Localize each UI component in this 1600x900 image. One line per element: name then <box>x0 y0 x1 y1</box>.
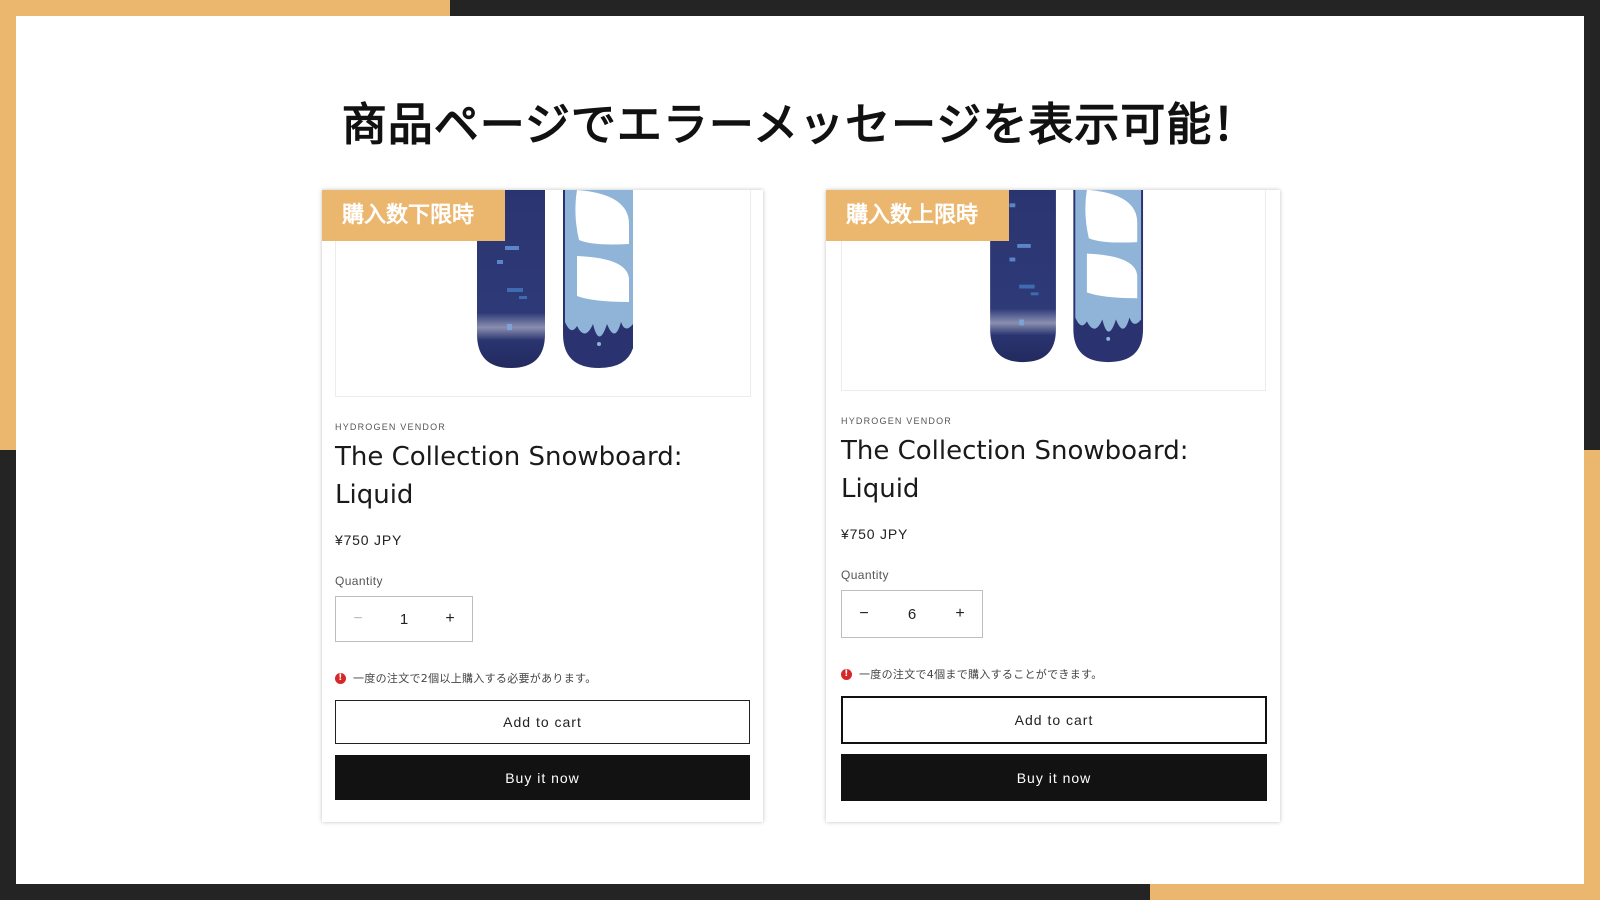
quantity-decrement-button[interactable]: − <box>336 597 380 641</box>
vendor-label: HYDROGEN VENDOR <box>335 422 447 432</box>
quantity-label: Quantity <box>335 574 383 588</box>
quantity-label: Quantity <box>841 568 889 582</box>
quantity-increment-button[interactable]: + <box>938 591 982 637</box>
quantity-stepper[interactable]: − 6 + <box>841 590 983 638</box>
buy-it-now-button[interactable]: Buy it now <box>841 754 1267 801</box>
price: ¥750 JPY <box>841 526 909 542</box>
add-to-cart-button[interactable]: Add to cart <box>841 696 1267 744</box>
error-message: ! 一度の注文で2個以上購入する必要があります。 <box>335 670 750 686</box>
frame-accent-top-left <box>0 0 450 16</box>
quantity-stepper[interactable]: − 1 + <box>335 596 473 642</box>
price: ¥750 JPY <box>335 532 403 548</box>
frame-accent-right <box>1584 450 1600 900</box>
add-to-cart-button[interactable]: Add to cart <box>335 700 750 744</box>
ribbon-label: 購入数下限時 <box>322 190 505 241</box>
frame-accent-left <box>0 0 16 450</box>
product-title: The Collection Snowboard: Liquid <box>335 442 683 510</box>
vendor-label: HYDROGEN VENDOR <box>841 416 953 426</box>
error-text: 一度の注文で2個以上購入する必要があります。 <box>353 672 597 685</box>
product-title: The Collection Snowboard: Liquid <box>841 436 1189 504</box>
quantity-decrement-button[interactable]: − <box>842 591 886 637</box>
slide-title: 商品ページでエラーメッセージを表示可能！ <box>341 98 1259 151</box>
quantity-input[interactable]: 6 <box>886 606 938 623</box>
ribbon-label: 購入数上限時 <box>826 190 1009 241</box>
product-card-max: 購入数上限時 HYDROGEN VENDOR The Collection Sn… <box>826 190 1280 822</box>
product-info: HYDROGEN VENDOR The Collection Snowboard… <box>841 416 1267 801</box>
slide: 商品ページでエラーメッセージを表示可能！ 購入数下限時 HYDROGEN VEN… <box>16 16 1584 884</box>
buy-it-now-button[interactable]: Buy it now <box>335 755 750 800</box>
quantity-input[interactable]: 1 <box>380 611 428 628</box>
product-card-min: 購入数下限時 HYDROGEN VENDOR The Collection Sn… <box>322 190 763 822</box>
error-circle-icon: ! <box>335 672 346 684</box>
error-text: 一度の注文で4個まで購入することができます。 <box>859 668 1103 681</box>
error-message: ! 一度の注文で4個まで購入することができます。 <box>841 666 1267 682</box>
error-circle-icon: ! <box>841 668 852 680</box>
quantity-increment-button[interactable]: + <box>428 597 472 641</box>
frame-accent-bottom-right <box>1150 884 1600 900</box>
product-info: HYDROGEN VENDOR The Collection Snowboard… <box>335 422 750 800</box>
